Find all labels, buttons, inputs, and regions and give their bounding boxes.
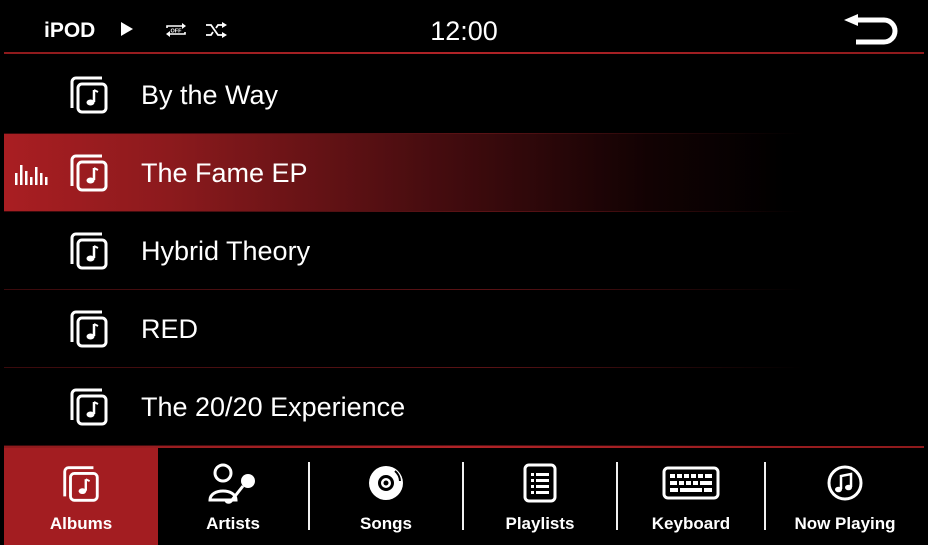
tab-label: Keyboard (651, 514, 731, 533)
cd-icon (310, 462, 462, 509)
keyboard-icon (618, 462, 764, 509)
equalizer-icon (14, 163, 50, 190)
list-item[interactable]: The 20/20 Experience (4, 368, 924, 446)
music-note-circle-icon (766, 462, 924, 509)
tab-playlists[interactable]: Playlists (464, 448, 616, 545)
list-item[interactable]: RED (4, 290, 924, 368)
album-title: Hybrid Theory (141, 236, 311, 266)
status-bar: iPOD OFF 12:00 (4, 4, 924, 54)
clock: 12:00 (430, 16, 498, 46)
tab-label: Songs (360, 514, 412, 533)
bottom-nav: Albums Artists Songs Playlists Keyboard … (4, 448, 924, 545)
playlist-icon (464, 462, 616, 509)
album-title: By the Way (141, 80, 279, 110)
album-title: The Fame EP (141, 158, 308, 188)
album-icon (66, 306, 112, 357)
album-list: By the Way The Fame EP Hybrid Theory RED… (4, 56, 924, 446)
tab-label: Now Playing (794, 514, 896, 533)
list-item[interactable]: Hybrid Theory (4, 212, 924, 290)
album-icon (66, 150, 112, 201)
album-icon (66, 384, 112, 435)
tab-artists[interactable]: Artists (158, 448, 308, 545)
album-icon (4, 462, 158, 511)
album-title: The 20/20 Experience (141, 392, 406, 422)
tab-now-playing[interactable]: Now Playing (766, 448, 924, 545)
album-title: RED (141, 314, 199, 344)
tab-label: Artists (206, 514, 260, 533)
tab-songs[interactable]: Songs (310, 448, 462, 545)
back-icon (844, 14, 898, 45)
album-icon (66, 228, 112, 279)
tab-label: Albums (49, 514, 113, 533)
list-item[interactable]: By the Way (4, 56, 924, 134)
list-item[interactable]: The Fame EP (4, 134, 924, 212)
tab-label: Playlists (505, 514, 575, 533)
artist-microphone-icon (158, 462, 308, 511)
album-icon (66, 72, 112, 123)
back-button[interactable] (842, 14, 902, 48)
tab-albums[interactable]: Albums (4, 448, 158, 545)
tab-keyboard[interactable]: Keyboard (618, 448, 764, 545)
